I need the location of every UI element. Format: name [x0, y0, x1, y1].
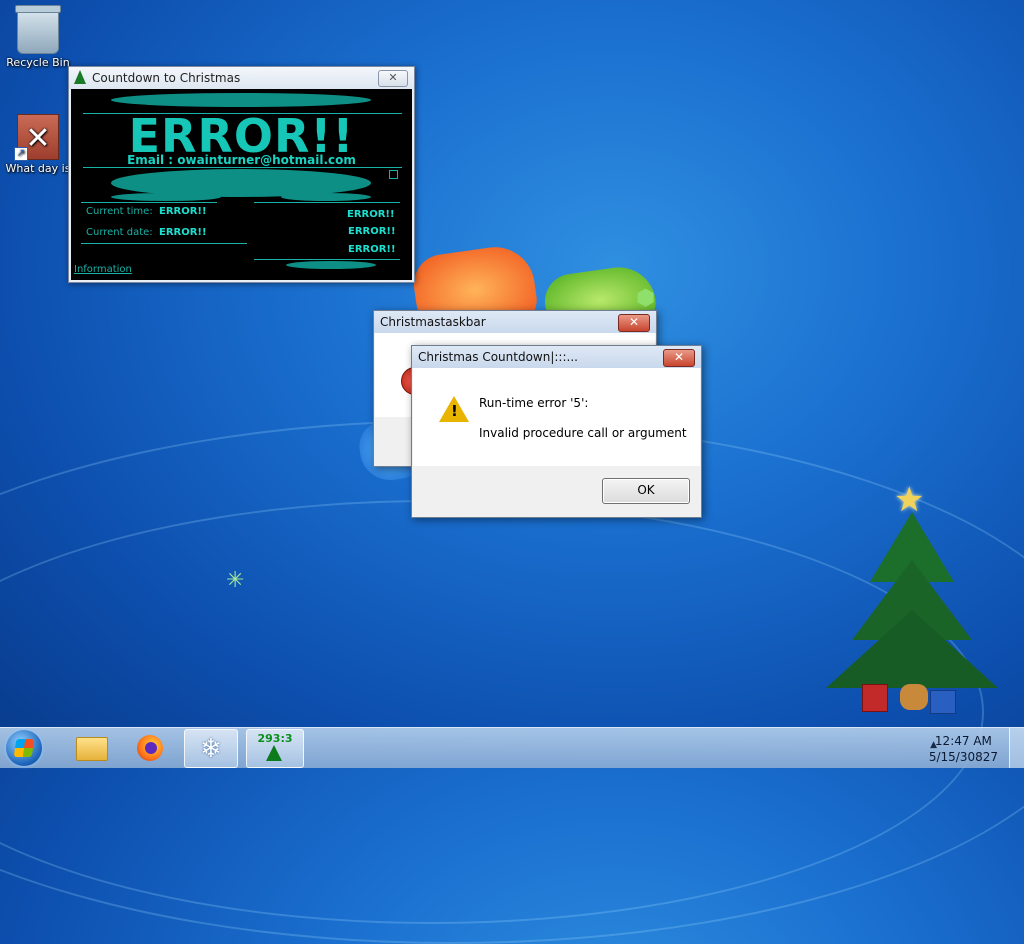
taskbar-explorer-button[interactable]: [62, 729, 114, 766]
close-button[interactable]: ✕: [378, 70, 408, 87]
snowflake-icon: ❄: [200, 734, 222, 764]
christmas-tree-icon: [74, 70, 86, 84]
current-time-value: ERROR!!: [159, 206, 207, 217]
countdown-display: ERROR!! Email : owainturner@hotmail.com …: [71, 89, 412, 280]
christmas-tree-icon: [266, 745, 282, 761]
error-message-line1: Run-time error '5':: [479, 396, 589, 410]
dialog-title: Christmastaskbar: [380, 315, 486, 329]
desktop-icon-label: What day is: [5, 162, 71, 175]
information-link[interactable]: Information: [74, 264, 132, 275]
show-desktop-button[interactable]: [1009, 728, 1024, 768]
shortcut-arrow-icon: ↗: [14, 147, 28, 161]
email-text: Email : owainturner@hotmail.com: [127, 153, 356, 167]
current-date-value: ERROR!!: [159, 227, 207, 238]
taskbar-countdown-button[interactable]: 293:3: [246, 729, 304, 768]
window-title: Countdown to Christmas: [92, 71, 241, 85]
countdown-value: ERROR!!: [348, 226, 396, 237]
firefox-icon: [137, 735, 163, 761]
countdown-value: ERROR!!: [347, 209, 395, 220]
close-button[interactable]: ✕: [663, 349, 695, 367]
runtime-error-dialog[interactable]: Christmas Countdown|:::... ✕ ! Run-time …: [411, 345, 702, 518]
current-time-label: Current time:: [86, 206, 153, 217]
desktop-icon-recycle-bin[interactable]: Recycle Bin: [2, 5, 74, 69]
dialog-titlebar[interactable]: Christmastaskbar ✕: [374, 311, 656, 333]
dialog-title: Christmas Countdown|:::...: [418, 350, 578, 364]
app-shortcut-icon: ✕ ↗: [14, 114, 59, 161]
desktop-icon-label: Recycle Bin: [6, 56, 70, 69]
system-clock[interactable]: 12:47 AM 5/15/30827: [929, 733, 998, 765]
small-box-icon: [389, 170, 398, 179]
folder-icon: [76, 737, 108, 761]
countdown-window[interactable]: Countdown to Christmas ✕ ERROR!! Email :…: [68, 66, 415, 283]
recycle-bin-icon: [15, 5, 61, 54]
clock-date: 5/15/30827: [928, 750, 998, 764]
warning-icon: !: [439, 396, 469, 422]
current-date-label: Current date:: [86, 227, 153, 238]
countdown-button-text: 293:3: [257, 732, 293, 745]
ok-button[interactable]: OK: [602, 478, 690, 504]
countdown-window-titlebar[interactable]: Countdown to Christmas ✕: [69, 67, 414, 89]
windows-logo-icon: [13, 739, 35, 757]
error-message-line2: Invalid procedure call or argument: [479, 426, 687, 440]
taskbar-firefox-button[interactable]: [122, 729, 174, 766]
taskbar: ❄ 293:3 ▲ 12:47 AM 5/15/30827: [0, 727, 1024, 768]
taskbar-snowflake-button[interactable]: ❄: [184, 729, 238, 768]
dialog-content: ! Run-time error '5': Invalid procedure …: [413, 368, 700, 466]
countdown-value: ERROR!!: [348, 244, 396, 255]
desktop-icon-what-day-is[interactable]: ✕ ↗ What day is: [2, 114, 74, 175]
dialog-titlebar[interactable]: Christmas Countdown|:::... ✕: [412, 346, 701, 368]
clock-time: 12:47 AM: [934, 734, 992, 748]
dialog-button-bar: OK: [413, 468, 700, 516]
close-button[interactable]: ✕: [618, 314, 650, 332]
start-button[interactable]: [6, 730, 42, 766]
